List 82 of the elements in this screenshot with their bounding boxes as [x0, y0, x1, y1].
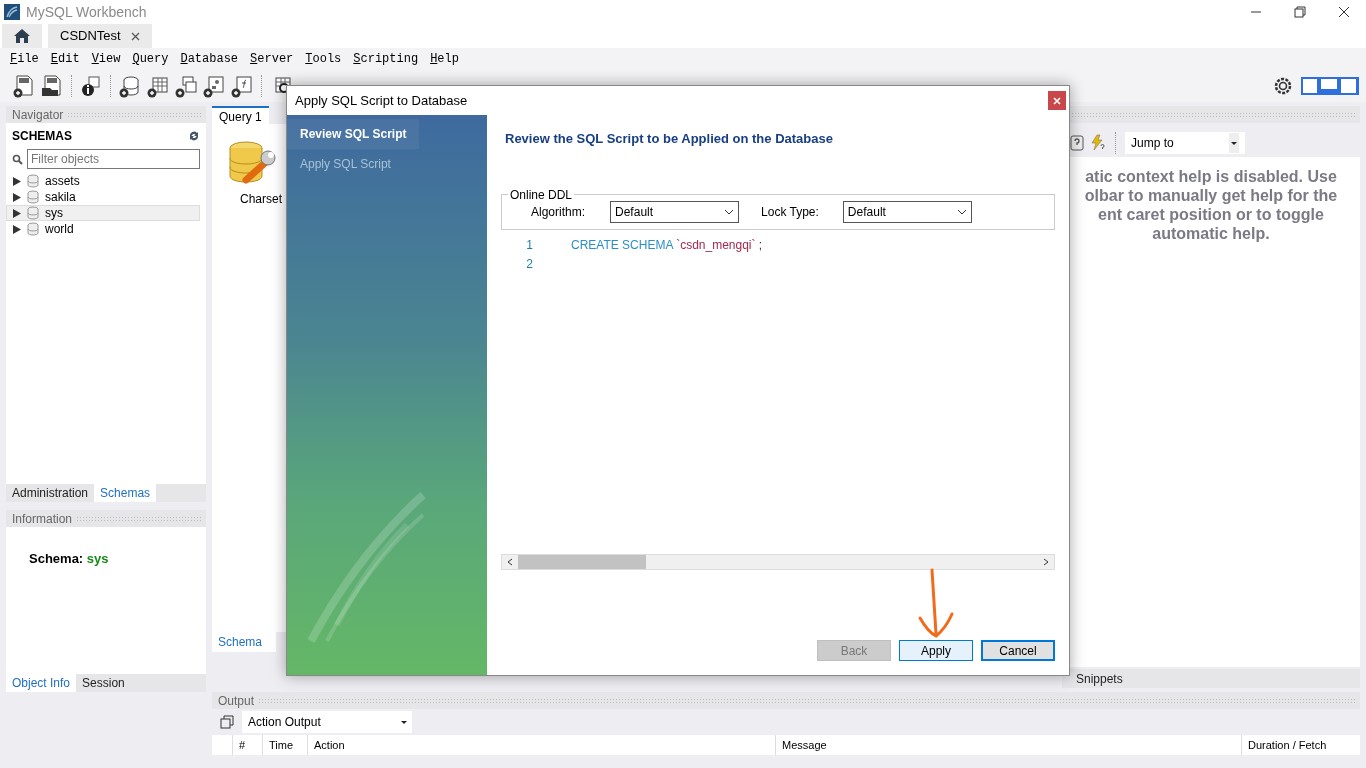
- schema-info: Schema: sys: [29, 550, 110, 569]
- wizard-step[interactable]: Review SQL Script: [287, 119, 420, 149]
- code-line: CREATE SCHEMA `csdn_mengqi` ;: [571, 237, 763, 254]
- close-icon[interactable]: [130, 31, 140, 41]
- refresh-icon[interactable]: [188, 130, 200, 142]
- database-icon: [27, 190, 39, 204]
- menu-item[interactable]: Help: [424, 50, 465, 68]
- column-header: Message: [775, 735, 1241, 755]
- panel-title: Navigator: [12, 106, 64, 124]
- field-label: Algorithm:: [531, 203, 586, 221]
- home-icon: [13, 28, 31, 44]
- panel-title: Information: [12, 510, 73, 528]
- database-wrench-icon: [228, 140, 278, 186]
- view-add-icon[interactable]: [174, 74, 198, 98]
- dialog-title: Apply SQL Script to Database: [295, 91, 468, 110]
- sql-file-add-icon[interactable]: [12, 74, 36, 98]
- function-add-icon[interactable]: [230, 74, 254, 98]
- output-type-dropdown[interactable]: Action Output: [242, 711, 412, 733]
- menu-item[interactable]: Server: [244, 50, 300, 68]
- section-title: SCHEMAS: [12, 128, 72, 145]
- help-text: olbar to manually get help for the: [1083, 186, 1339, 205]
- dropdown[interactable]: Default: [842, 200, 972, 223]
- caret-icon[interactable]: [956, 208, 967, 215]
- caret-icon[interactable]: [724, 208, 735, 215]
- dropdown[interactable]: Default: [610, 200, 740, 223]
- panel-tab[interactable]: Schemas: [94, 484, 157, 503]
- schema-item[interactable]: sys: [6, 205, 200, 221]
- restore-button[interactable]: [1294, 6, 1306, 18]
- help-text: ent caret position or to toggle: [1097, 205, 1325, 224]
- panel-title: Output: [218, 692, 255, 710]
- close-button[interactable]: [1338, 6, 1350, 18]
- home-button[interactable]: [2, 24, 42, 48]
- menu-item[interactable]: Tools: [299, 50, 348, 68]
- line-number: 2: [525, 256, 533, 273]
- search-icon: [12, 153, 23, 165]
- query-tab[interactable]: Query 1: [212, 106, 269, 124]
- procedure-add-icon[interactable]: [202, 74, 226, 98]
- scroll-right-icon[interactable]: [1042, 557, 1050, 566]
- schema-item[interactable]: sakila: [6, 189, 200, 205]
- schema-item[interactable]: assets: [6, 173, 200, 189]
- window-title: MySQL Workbench: [26, 2, 147, 22]
- horizontal-scrollbar[interactable]: [501, 553, 1055, 570]
- database-icon: [27, 206, 39, 220]
- menu-item[interactable]: File: [4, 50, 45, 68]
- column-header: Duration / Fetch: [1241, 735, 1360, 755]
- column-header: #: [232, 735, 262, 755]
- auto-help-icon[interactable]: [1090, 134, 1106, 152]
- scroll-left-icon[interactable]: [506, 557, 514, 566]
- dialog-button[interactable]: Apply: [899, 640, 973, 661]
- caret-icon[interactable]: [400, 718, 408, 726]
- schema-item[interactable]: world: [6, 221, 200, 237]
- database-add-icon[interactable]: [118, 74, 142, 98]
- dialog-heading: Review the SQL Script to be Applied on the Database: [505, 130, 834, 148]
- menu-item[interactable]: Database: [174, 50, 245, 68]
- filter-field[interactable]: Filter objects: [27, 149, 200, 169]
- info-icon[interactable]: [79, 74, 103, 98]
- field-label: Lock Type:: [761, 203, 819, 221]
- help-icon[interactable]: [1070, 134, 1084, 152]
- dialog-button[interactable]: Cancel: [981, 640, 1055, 661]
- database-icon: [27, 174, 39, 188]
- jump-to-dropdown[interactable]: Jump to: [1125, 132, 1245, 154]
- line-number: 1: [525, 237, 533, 254]
- help-text: atic context help is disabled. Use: [1084, 167, 1338, 186]
- app-logo: [4, 4, 20, 20]
- panel-layout-icon[interactable]: [1300, 76, 1360, 96]
- database-icon: [27, 222, 39, 236]
- connection-tab[interactable]: CSDNTest: [48, 24, 152, 48]
- menu-item[interactable]: Scripting: [347, 50, 425, 68]
- caret-icon[interactable]: [1229, 133, 1239, 153]
- column-header: Time: [262, 735, 307, 755]
- help-text: automatic help.: [1151, 224, 1271, 243]
- table-add-icon[interactable]: [146, 74, 170, 98]
- menu-item[interactable]: Query: [126, 50, 175, 68]
- panel-tab[interactable]: Object Info: [6, 674, 77, 692]
- sql-file-open-icon[interactable]: [40, 74, 64, 98]
- close-icon: [1053, 96, 1061, 105]
- menu-item[interactable]: Edit: [44, 50, 86, 68]
- menu-item[interactable]: View: [85, 50, 127, 68]
- column-header: Action: [307, 735, 775, 755]
- settings-icon[interactable]: [1274, 77, 1292, 95]
- copy-icon[interactable]: [220, 715, 234, 729]
- schema-option-label: Charset: [240, 191, 283, 208]
